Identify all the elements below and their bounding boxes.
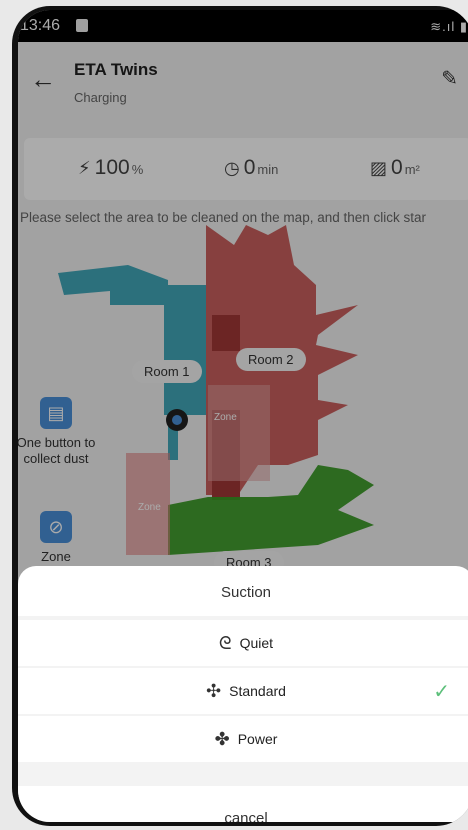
suction-sheet: Suction ᘓ Quiet ✣ Standard ✓ ✤ Power can…	[18, 566, 468, 822]
option-quiet-label: Quiet	[239, 635, 274, 651]
fan-medium-icon: ✣	[206, 680, 222, 701]
option-quiet[interactable]: ᘓ Quiet	[18, 620, 468, 666]
spacer-band	[18, 762, 468, 786]
option-standard[interactable]: ✣ Standard ✓	[18, 668, 468, 714]
fan-high-icon: ✤	[214, 728, 230, 749]
cancel-button[interactable]: cancel	[18, 794, 468, 823]
option-power-label: Power	[237, 731, 278, 747]
check-icon: ✓	[433, 680, 450, 703]
phone-frame: 13:46 ≋.ıl ▮ ← ETA Twins Charging ✎ ⚡ 100…	[12, 6, 468, 826]
option-power[interactable]: ✤ Power	[18, 716, 468, 762]
fan-low-icon: ᘓ	[218, 632, 232, 653]
screen: 13:46 ≋.ıl ▮ ← ETA Twins Charging ✎ ⚡ 100…	[18, 10, 468, 822]
sheet-title: Suction	[220, 584, 272, 601]
option-standard-label: Standard	[229, 683, 286, 699]
